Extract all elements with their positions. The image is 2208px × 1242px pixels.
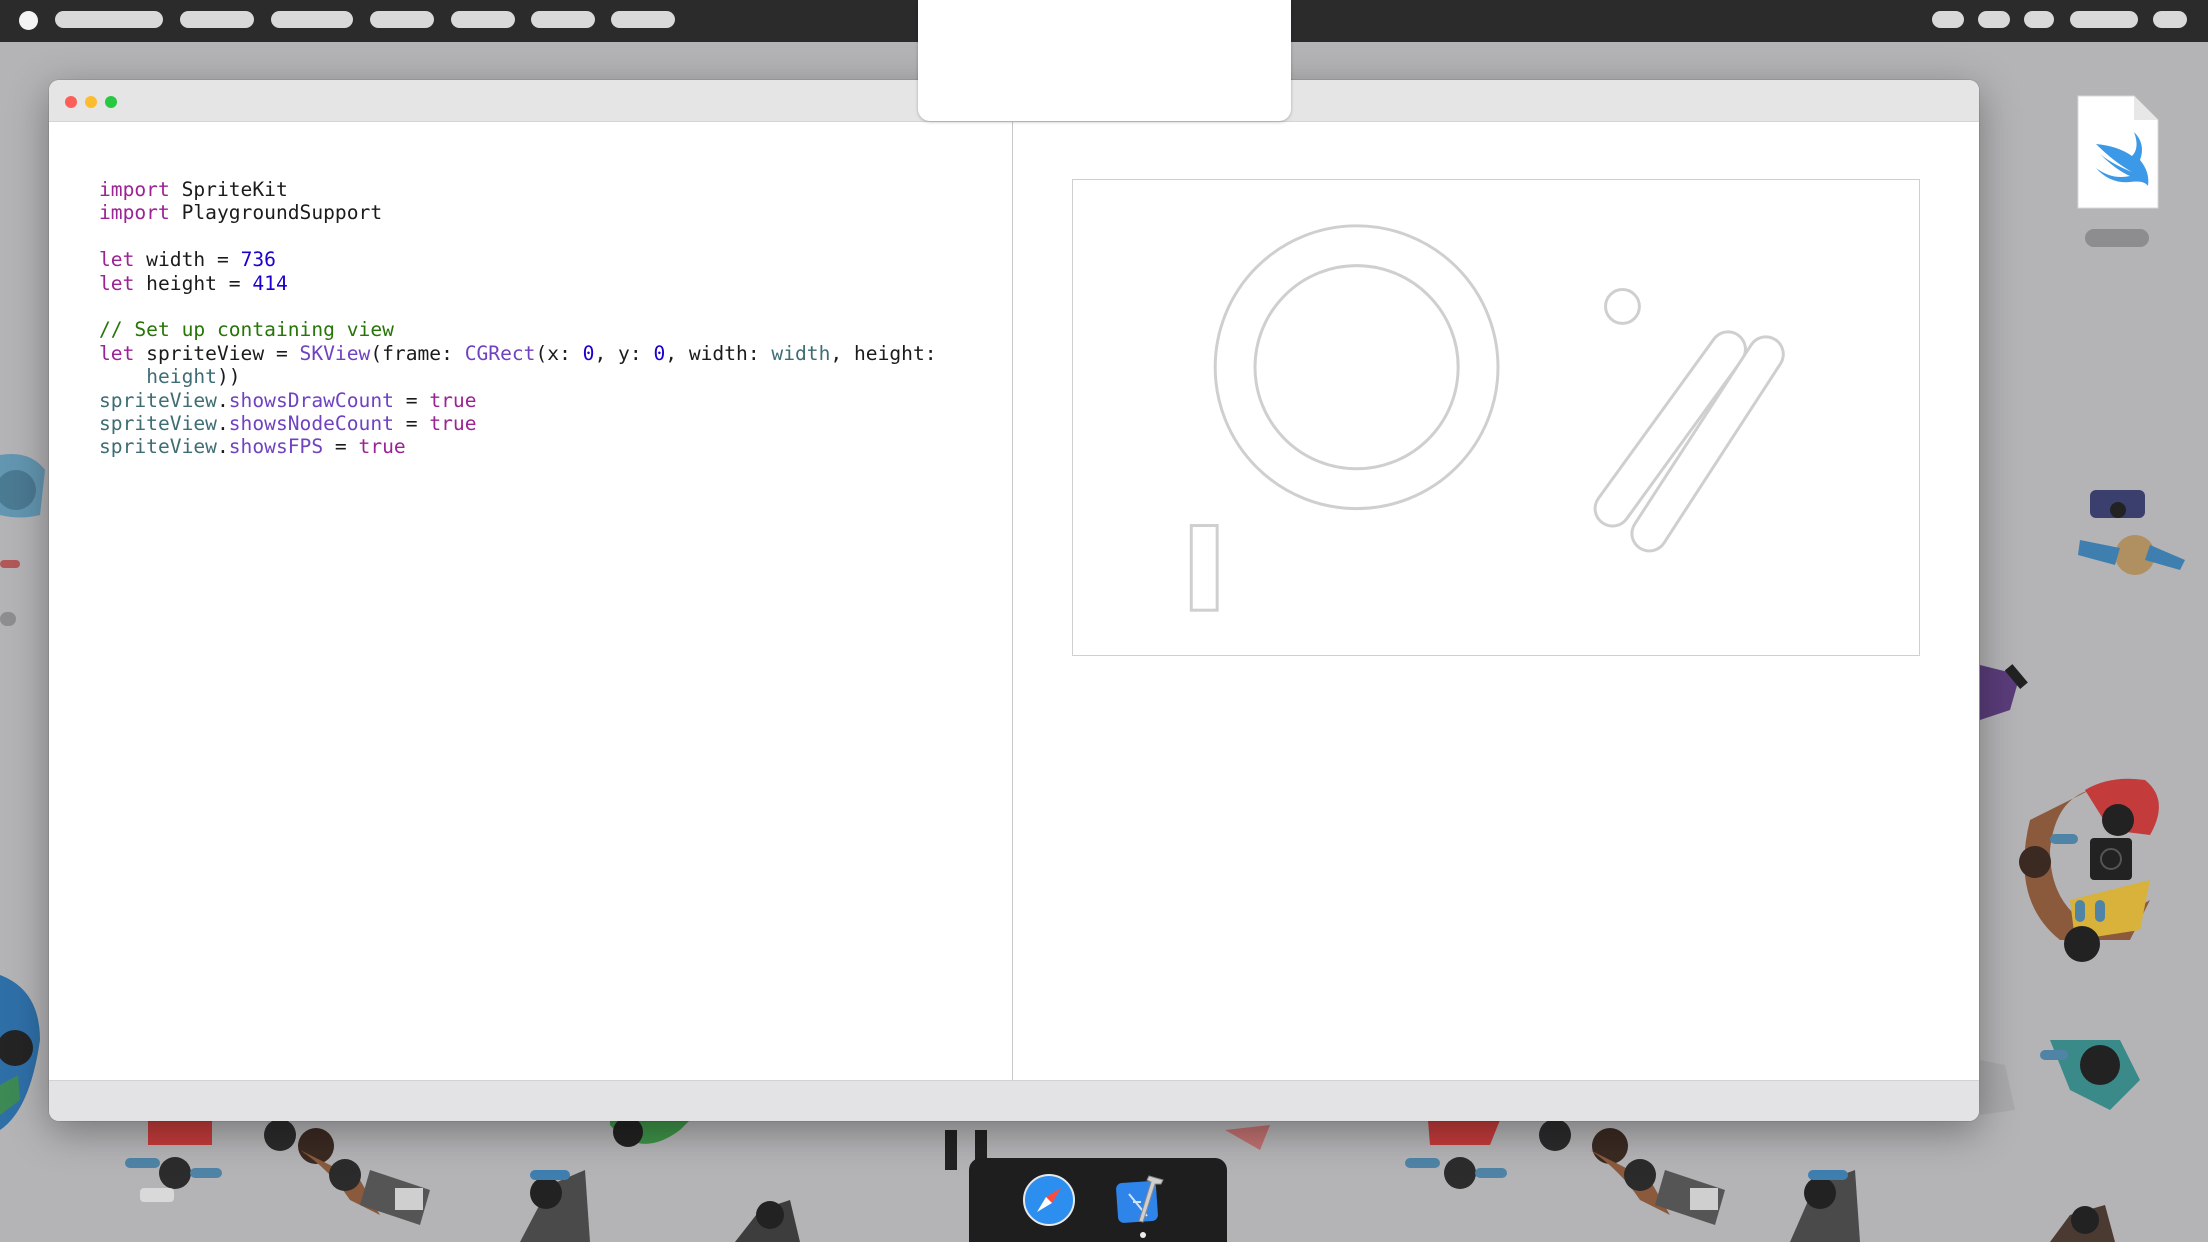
person-figure: [2078, 490, 2185, 575]
code-line[interactable]: height)): [99, 365, 937, 388]
code-token: height: [146, 365, 217, 389]
code-token: width =: [134, 248, 241, 272]
person-figure: [2050, 1205, 2115, 1242]
code-token: SpriteKit: [169, 178, 288, 201]
code-line[interactable]: // Set up containing view: [99, 318, 937, 341]
close-button[interactable]: [65, 96, 77, 108]
code-token: CGRect: [464, 341, 536, 365]
code-line[interactable]: spriteView.showsDrawCount = true: [99, 389, 937, 412]
code-token: let: [99, 271, 135, 295]
code-token: showsDrawCount: [228, 388, 394, 412]
code-token: import: [99, 201, 170, 225]
maximize-button[interactable]: [105, 96, 117, 108]
code-line[interactable]: let height = 414: [99, 272, 937, 295]
person-figure: [735, 1200, 800, 1242]
code-token: true: [429, 388, 477, 412]
debug-bar: [49, 1080, 1979, 1121]
code-editor[interactable]: import SpriteKit import PlaygroundSupport…: [49, 122, 1012, 1080]
code-token: =: [323, 435, 359, 459]
code-line[interactable]: let width = 736: [99, 248, 937, 271]
code-token: spriteView: [99, 435, 217, 459]
person-figure: [1790, 1170, 1860, 1242]
code-token: showsFPS: [228, 435, 324, 459]
code-token: =: [393, 388, 430, 412]
code-token: 0: [653, 341, 666, 365]
code-token: let: [99, 248, 135, 272]
code-line[interactable]: [99, 295, 937, 318]
source-code[interactable]: import SpriteKit import PlaygroundSupport…: [99, 178, 937, 459]
code-token: import: [99, 178, 170, 201]
code-token: true: [358, 435, 406, 459]
code-token: // Set up containing view: [99, 318, 394, 342]
swift-file-icon[interactable]: [2072, 94, 2160, 210]
code-line[interactable]: spriteView.showsFPS = true: [99, 435, 937, 458]
safari-icon[interactable]: [1021, 1172, 1077, 1228]
code-token: .: [216, 435, 229, 459]
person-figure: [1405, 1120, 1507, 1189]
person-figure: [2019, 778, 2159, 962]
small-rectangle: [1189, 524, 1219, 612]
code-token: let: [99, 341, 135, 365]
code-line[interactable]: import SpriteKit: [99, 178, 937, 201]
code-line[interactable]: import PlaygroundSupport: [99, 201, 937, 224]
code-line[interactable]: let spriteView = SKView(frame: CGRect(x:…: [99, 342, 937, 365]
code-token: =: [393, 411, 430, 435]
code-token: spriteView: [99, 388, 217, 412]
code-token: true: [429, 411, 477, 435]
code-token: height =: [134, 271, 253, 295]
person-figure: [1980, 664, 2028, 720]
person-figure: [520, 1170, 590, 1242]
dock: [969, 1158, 1227, 1242]
code-token: , width:: [665, 341, 772, 365]
ring-inner: [1253, 264, 1460, 471]
person-figure: [0, 454, 45, 626]
small-circle: [1604, 288, 1641, 325]
code-token: .: [216, 388, 229, 412]
xcode-icon[interactable]: [1111, 1172, 1167, 1228]
person-figure: [610, 1117, 690, 1147]
code-line[interactable]: spriteView.showsNodeCount = true: [99, 412, 937, 435]
code-token: PlaygroundSupport: [169, 201, 383, 225]
code-token: 414: [252, 271, 288, 295]
code-token: .: [216, 411, 229, 435]
dock-running-indicator: [1140, 1232, 1146, 1238]
code-token: 0: [582, 341, 595, 365]
sprite-scene: [1072, 179, 1920, 656]
code-token: spriteView =: [134, 341, 300, 365]
code-token: showsNodeCount: [228, 411, 394, 435]
person-figure: [264, 1119, 430, 1225]
person-figure: [2040, 1040, 2140, 1110]
code-token: , height:: [830, 341, 937, 365]
code-token: spriteView: [99, 411, 217, 435]
screen-notch: [918, 0, 1291, 121]
file-label: [2085, 229, 2149, 247]
code-token: 736: [240, 248, 276, 272]
code-token: (frame:: [370, 341, 465, 365]
person-figure: [1225, 1125, 1270, 1150]
live-view: [1013, 122, 1979, 1080]
code-token: width: [771, 341, 831, 365]
code-line[interactable]: [99, 225, 937, 248]
code-token: SKView: [299, 341, 371, 365]
minimize-button[interactable]: [85, 96, 97, 108]
person-figure: [125, 1120, 222, 1202]
code-token: (x:: [535, 341, 583, 365]
person-figure: [1980, 1060, 2015, 1115]
code-token: )): [216, 365, 241, 389]
ring-outer: [1213, 224, 1500, 511]
person-figure: [0, 975, 40, 1130]
person-figure: [1539, 1119, 1725, 1225]
playground-window: import SpriteKit import PlaygroundSupport…: [49, 80, 1979, 1121]
code-token: , y:: [594, 341, 654, 365]
